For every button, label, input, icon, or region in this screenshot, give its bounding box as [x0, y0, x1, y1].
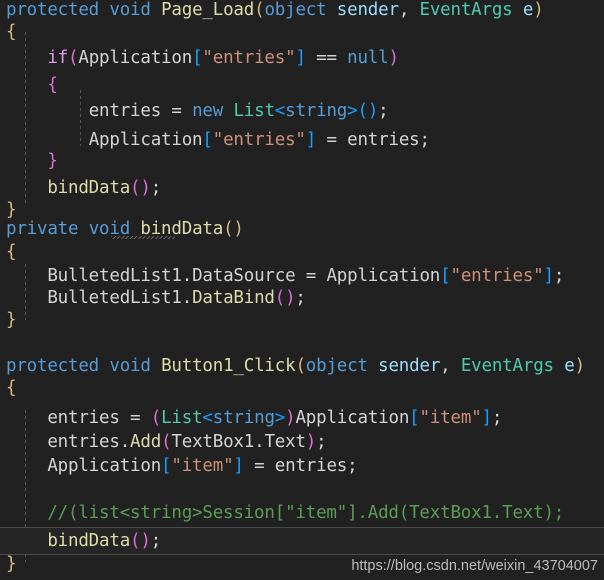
code-editor[interactable]: protected void Page_Load(object sender, … [0, 0, 604, 580]
code-line[interactable]: { [0, 374, 604, 403]
code-line[interactable]: } [0, 147, 604, 176]
code-line[interactable]: { [0, 18, 604, 47]
code-line[interactable]: entries = new List<string>(); [0, 97, 604, 126]
code-line[interactable]: { [0, 71, 604, 100]
watermark-text: https://blog.csdn.net/weixin_43704007 [351, 558, 598, 574]
code-line[interactable]: if(Application["entries"] == null) [0, 44, 604, 73]
code-line[interactable]: //(list<string>Session["item"].Add(TextB… [0, 499, 604, 528]
error-squiggle-icon [111, 236, 175, 239]
